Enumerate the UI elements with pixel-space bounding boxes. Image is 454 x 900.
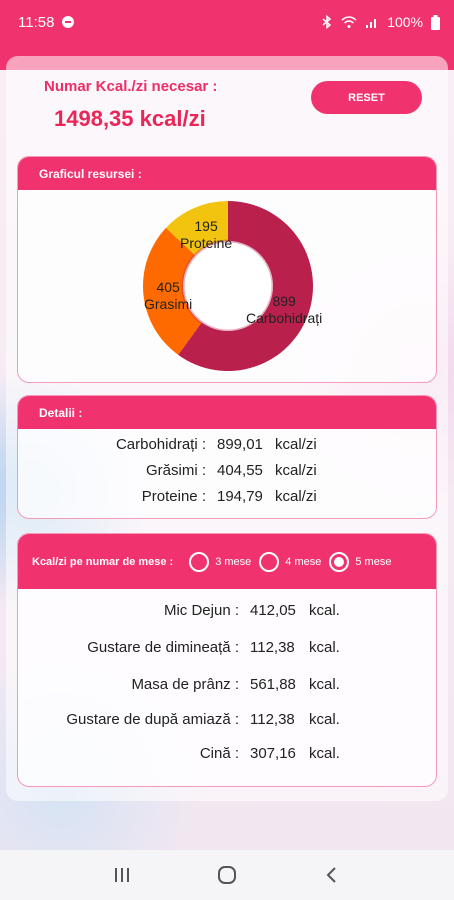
detail-value: 404,55 <box>217 462 263 479</box>
slice-label-carbohidrati: 899 Carbohidrați <box>246 293 322 327</box>
meal-value: 307,16 <box>250 745 296 762</box>
meal-unit: kcal. <box>309 602 340 619</box>
chart-card-title: Graficul resursei : <box>18 157 436 190</box>
meals-card-header: Kcal/zi pe numar de mese : 3 mese 4 mese… <box>18 534 436 589</box>
radio-5-mese-label: 5 mese <box>355 555 392 568</box>
home-button[interactable] <box>207 855 247 895</box>
status-right: 100% <box>321 14 440 30</box>
notification-dot-icon <box>62 16 75 28</box>
chart-card: Graficul resursei : 899 Carbohidrați 405… <box>17 156 437 383</box>
meal-unit: kcal. <box>309 639 340 656</box>
meal-unit: kcal. <box>309 711 340 728</box>
slice-name-carbohidrati: Carbohidrați <box>246 310 323 326</box>
detail-unit: kcal/zi <box>275 488 317 505</box>
navigation-bar <box>0 850 454 900</box>
back-button[interactable] <box>312 855 352 895</box>
meal-row-cina: Cină : 307,16 kcal. <box>18 745 436 767</box>
meal-label: Gustare de dimineață : <box>87 639 239 656</box>
meal-row-masa-pranz: Masa de prânz : 561,88 kcal. <box>18 676 436 698</box>
slice-label-proteine: 195 Proteine <box>180 218 232 252</box>
meal-label: Mic Dejun : <box>163 602 239 619</box>
radio-5-mese-circle[interactable] <box>329 551 350 572</box>
meals-card: Kcal/zi pe numar de mese : 3 mese 4 mese… <box>17 533 437 787</box>
meal-value: 112,38 <box>250 639 295 656</box>
status-bar: 11:58 100% <box>0 0 454 44</box>
meal-row-mic-dejun: Mic Dejun : 412,05 kcal. <box>18 602 436 624</box>
radio-5-mese[interactable]: 5 mese <box>329 551 392 572</box>
signal-icon <box>366 18 377 28</box>
slice-value-carbohidrati: 899 <box>272 293 296 309</box>
meal-label: Masa de prânz : <box>131 676 239 693</box>
detail-label: Proteine : <box>141 488 206 505</box>
status-left: 11:58 <box>18 13 75 31</box>
meal-label: Gustare de după amiază : <box>66 711 239 728</box>
recents-button[interactable] <box>102 855 142 895</box>
slice-value-proteine: 195 <box>194 218 218 234</box>
detail-row-grasimi: Grăsimi : 404,55 kcal/zi <box>18 462 436 484</box>
detail-unit: kcal/zi <box>275 462 317 479</box>
meal-row-gustare-amiaza: Gustare de după amiază : 112,38 kcal. <box>18 711 436 733</box>
radio-4-mese-label: 4 mese <box>285 555 322 568</box>
wifi-icon <box>341 15 357 28</box>
slice-label-grasimi: 405 Grasimi <box>144 279 192 313</box>
battery-icon <box>431 14 440 30</box>
meal-value: 412,05 <box>250 602 296 619</box>
details-card-title: Detalii : <box>18 396 436 429</box>
battery-percent: 100% <box>387 14 423 30</box>
slice-name-grasimi: Grasimi <box>144 296 193 312</box>
meals-radio-group: 3 mese 4 mese 5 mese <box>189 551 393 572</box>
meal-label: Cină : <box>199 745 239 762</box>
recents-icon <box>115 868 130 882</box>
detail-label: Carbohidrați : <box>115 436 206 453</box>
donut-chart: 899 Carbohidrați 405 Grasimi 195 Protein… <box>128 201 328 371</box>
details-card: Detalii : Carbohidrați : 899,01 kcal/zi … <box>17 395 437 519</box>
kcal-needed-value: 1498,35 kcal/zi <box>54 106 206 131</box>
bluetooth-icon <box>322 15 332 29</box>
meal-unit: kcal. <box>309 745 340 762</box>
slice-name-proteine: Proteine <box>180 235 233 251</box>
back-icon <box>326 867 336 883</box>
slice-value-grasimi: 405 <box>156 279 180 295</box>
meals-card-title: Kcal/zi pe numar de mese : <box>32 555 174 568</box>
meal-row-gustare-dimineata: Gustare de dimineață : 112,38 kcal. <box>18 639 436 661</box>
radio-3-mese[interactable]: 3 mese <box>189 551 252 572</box>
detail-value: 194,79 <box>217 488 263 505</box>
detail-unit: kcal/zi <box>275 436 317 453</box>
radio-3-mese-circle[interactable] <box>189 551 210 572</box>
detail-row-carbohidrati: Carbohidrați : 899,01 kcal/zi <box>18 436 436 458</box>
meal-value: 112,38 <box>250 711 295 728</box>
meal-value: 561,88 <box>250 676 296 693</box>
radio-3-mese-label: 3 mese <box>215 555 252 568</box>
meal-unit: kcal. <box>309 676 340 693</box>
radio-4-mese-circle[interactable] <box>259 551 280 572</box>
detail-row-proteine: Proteine : 194,79 kcal/zi <box>18 488 436 510</box>
detail-label: Grăsimi : <box>146 462 206 479</box>
status-time: 11:58 <box>18 13 55 31</box>
kcal-needed-title: Numar Kcal./zi necesar : <box>44 78 218 95</box>
home-icon <box>217 866 236 884</box>
detail-value: 899,01 <box>217 436 263 453</box>
reset-button[interactable]: RESET <box>311 81 422 114</box>
radio-4-mese[interactable]: 4 mese <box>259 551 322 572</box>
